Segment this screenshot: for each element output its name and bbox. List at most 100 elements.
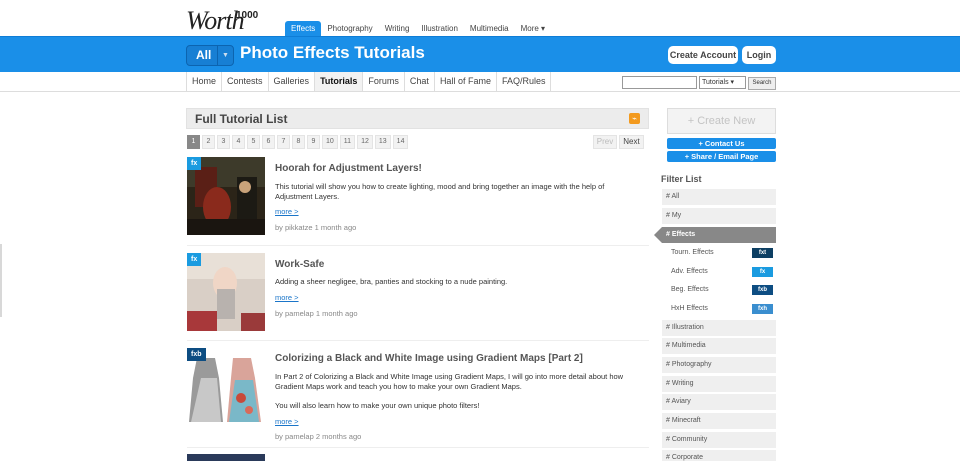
tab-photography[interactable]: Photography <box>321 21 378 37</box>
filter-effects[interactable]: # Effects <box>662 227 776 243</box>
tutorial-desc: In Part 2 of Colorizing a Black and Whit… <box>275 372 624 391</box>
top-bar: Worth 1000 Effects Photography Writing Il… <box>0 0 960 37</box>
tag-badge: fx <box>752 267 773 277</box>
filter-label: HxH Effects <box>671 305 708 312</box>
prev-button[interactable]: Prev <box>593 135 617 149</box>
header-bar: All ▼ Photo Effects Tutorials Create Acc… <box>0 36 960 72</box>
tutorial-thumbnail[interactable] <box>187 454 265 461</box>
tutorial-meta: by pamelap 2 months ago <box>275 432 362 441</box>
filter-writing[interactable]: # Writing <box>662 376 776 392</box>
login-button[interactable]: Login <box>742 46 776 64</box>
nav-tutorials[interactable]: Tutorials <box>315 72 364 91</box>
logo-sup: 1000 <box>236 10 259 21</box>
nav-home[interactable]: Home <box>187 72 223 91</box>
logo-text: Worth <box>186 6 245 35</box>
tutorial-title[interactable]: Colorizing a Black and White Image using… <box>275 353 583 364</box>
page-1[interactable]: 1 <box>187 135 200 149</box>
tutorial-thumbnail[interactable]: fx <box>187 253 265 331</box>
filter-label: Beg. Effects <box>671 286 709 293</box>
tutorial-desc-extra: You will also learn how to make your own… <box>275 401 480 410</box>
all-dropdown[interactable]: All ▼ <box>186 45 234 66</box>
badge: fx <box>187 253 202 266</box>
filter-illustration[interactable]: # Illustration <box>662 320 776 336</box>
page-11[interactable]: 11 <box>339 135 356 149</box>
share-email-button[interactable]: + Share / Email Page <box>667 151 776 162</box>
nav-contests[interactable]: Contests <box>222 72 269 91</box>
list-item: fx Work-Safe Adding a sheer negligee, br… <box>187 253 649 333</box>
filter-my[interactable]: # My <box>662 208 776 224</box>
nav-faq-rules[interactable]: FAQ/Rules <box>497 72 552 91</box>
list-header: Full Tutorial List ⌁ <box>186 108 649 129</box>
site-logo[interactable]: Worth 1000 <box>186 6 258 36</box>
filter-all[interactable]: # All <box>662 189 776 205</box>
next-button[interactable]: Next <box>619 135 644 149</box>
page-6[interactable]: 6 <box>262 135 275 149</box>
more-link[interactable]: more > <box>275 293 299 302</box>
page-14[interactable]: 14 <box>392 135 409 149</box>
filter-label: Tourn. Effects <box>671 249 714 256</box>
filter-list-title: Filter List <box>661 174 702 184</box>
main-nav: Home Contests Galleries Tutorials Forums… <box>186 72 552 91</box>
divider <box>187 447 649 448</box>
search-input[interactable] <box>622 76 697 89</box>
more-link[interactable]: more > <box>275 207 299 216</box>
nav-forums[interactable]: Forums <box>363 72 405 91</box>
search-button[interactable]: Search <box>748 77 776 90</box>
nav-chat[interactable]: Chat <box>405 72 435 91</box>
page-9[interactable]: 9 <box>307 135 320 149</box>
left-edge-line <box>0 244 2 317</box>
contact-us-button[interactable]: + Contact Us <box>667 138 776 149</box>
filter-aviary[interactable]: # Aviary <box>662 394 776 410</box>
tab-more[interactable]: More ▾ <box>515 21 551 37</box>
filter-multimedia[interactable]: # Multimedia <box>662 338 776 354</box>
nav-divider <box>0 91 960 92</box>
rss-icon[interactable]: ⌁ <box>629 113 640 124</box>
tutorial-title[interactable]: Work-Safe <box>275 259 324 270</box>
search-select[interactable]: Tutorials ▾ <box>699 76 746 89</box>
filter-adv-effects[interactable]: Adv. Effects fx <box>668 264 776 280</box>
tab-writing[interactable]: Writing <box>379 21 416 37</box>
filter-beg-effects[interactable]: Beg. Effects fxb <box>668 282 776 298</box>
filter-hxh-effects[interactable]: HxH Effects fxh <box>668 301 776 317</box>
chevron-down-icon[interactable]: ▼ <box>217 46 233 65</box>
page-12[interactable]: 12 <box>357 135 373 149</box>
badge: fx <box>187 157 202 170</box>
tutorial-title[interactable]: Hoorah for Adjustment Layers! <box>275 163 422 174</box>
page-8[interactable]: 8 <box>292 135 305 149</box>
filter-corporate[interactable]: # Corporate <box>662 450 776 461</box>
page-13[interactable]: 13 <box>374 135 391 149</box>
tab-effects[interactable]: Effects <box>285 21 322 37</box>
page-3[interactable]: 3 <box>217 135 230 149</box>
nav-galleries[interactable]: Galleries <box>269 72 316 91</box>
tutorial-desc: This tutorial will show you how to creat… <box>275 182 605 201</box>
tag-badge: fxh <box>752 304 773 314</box>
filter-minecraft[interactable]: # Minecraft <box>662 413 776 429</box>
list-item: fxb Colorizing a Black and White Image u… <box>187 348 649 448</box>
nav-hall-of-fame[interactable]: Hall of Fame <box>435 72 497 91</box>
create-new-button[interactable]: + Create New <box>667 108 776 134</box>
filter-community[interactable]: # Community <box>662 432 776 448</box>
create-account-button[interactable]: Create Account <box>668 46 738 64</box>
filter-photography[interactable]: # Photography <box>662 357 776 373</box>
tutorial-thumbnail[interactable]: fx <box>187 157 265 235</box>
filter-tourn-effects[interactable]: Tourn. Effects fxt <box>668 245 776 261</box>
more-link[interactable]: more > <box>275 417 299 426</box>
tab-illustration[interactable]: Illustration <box>415 21 463 37</box>
page-10[interactable]: 10 <box>322 135 338 149</box>
tutorial-meta: by pamelap 1 month ago <box>275 309 358 318</box>
page-7[interactable]: 7 <box>277 135 290 149</box>
tab-multimedia[interactable]: Multimedia <box>464 21 515 37</box>
list-item: fx Hoorah for Adjustment Layers! This tu… <box>187 157 649 237</box>
page-5[interactable]: 5 <box>247 135 260 149</box>
search-select-value: Tutorials <box>702 79 729 86</box>
divider <box>187 245 649 246</box>
top-tabs: Effects Photography Writing Illustration… <box>285 21 551 37</box>
divider <box>187 340 649 341</box>
tutorial-thumbnail[interactable]: fxb <box>187 348 265 426</box>
list-title: Full Tutorial List <box>195 112 288 126</box>
badge: fxb <box>187 348 206 361</box>
page-2[interactable]: 2 <box>202 135 215 149</box>
page-4[interactable]: 4 <box>232 135 245 149</box>
tag-badge: fxb <box>752 285 773 295</box>
tutorial-meta: by pikkatze 1 month ago <box>275 223 357 232</box>
